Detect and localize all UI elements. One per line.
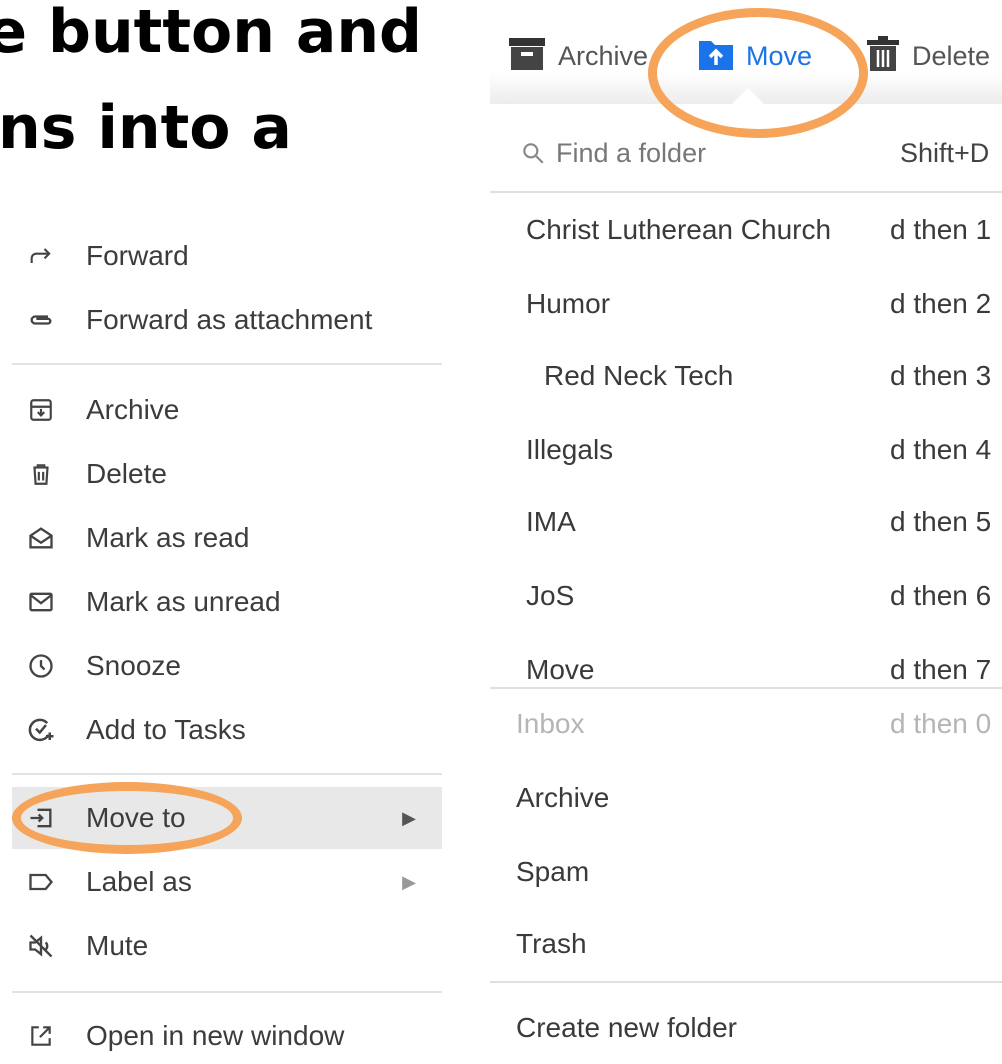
folder-option[interactable]: Christ Lutherean Church d then 1 xyxy=(490,206,1002,256)
clock-icon xyxy=(24,649,58,683)
menu-item-forward[interactable]: Forward xyxy=(12,228,442,284)
delete-label: Delete xyxy=(912,40,991,71)
folder-option[interactable]: Illegals d then 4 xyxy=(490,426,1002,476)
archive-label: Archive xyxy=(558,40,649,71)
move-dropdown-panel: Archive Move Delete Find a folder Shift+… xyxy=(490,0,1002,1052)
mute-icon xyxy=(24,929,58,963)
search-icon xyxy=(520,140,546,171)
submenu-arrow-icon: ▶ xyxy=(402,871,416,892)
search-shortcut: Shift+D xyxy=(900,138,990,168)
add-task-icon xyxy=(24,713,58,747)
dropdown-caret xyxy=(730,88,766,106)
folder-option[interactable]: JoS d then 6 xyxy=(490,572,1002,622)
heading-line-1: e button and xyxy=(0,0,422,67)
inbox-option: Inbox xyxy=(516,708,585,739)
inbox-shortcut: d then 0 xyxy=(890,708,992,739)
folder-shortcut: d then 2 xyxy=(890,288,992,319)
menu-divider xyxy=(12,363,442,365)
menu-item-label: Move to xyxy=(86,802,186,833)
menu-item-label: Add to Tasks xyxy=(86,714,246,745)
move-folder-icon xyxy=(698,37,734,76)
create-new-folder-button[interactable]: Create new folder xyxy=(516,1012,737,1044)
archive-icon xyxy=(508,37,546,76)
archive-icon xyxy=(24,393,58,427)
menu-item-label: Mark as unread xyxy=(86,586,281,617)
move-to-icon xyxy=(24,801,58,835)
delete-button[interactable]: Delete xyxy=(866,34,990,78)
trash-icon xyxy=(866,35,900,77)
message-context-menu: Forward Forward as attachment Archive De… xyxy=(12,220,442,1052)
menu-item-label: Open in new window xyxy=(86,1020,345,1051)
folder-option[interactable]: Red Neck Tech d then 3 xyxy=(490,352,1002,402)
menu-item-mark-as-unread[interactable]: Mark as unread xyxy=(12,574,442,630)
spam-option[interactable]: Spam xyxy=(516,856,589,888)
forward-icon xyxy=(24,239,58,273)
divider xyxy=(490,981,1002,983)
folder-shortcut: d then 3 xyxy=(890,360,992,391)
folder-name: Red Neck Tech xyxy=(544,360,734,391)
folder-shortcut: d then 1 xyxy=(890,214,992,245)
menu-item-add-to-tasks[interactable]: Add to Tasks xyxy=(12,702,442,758)
menu-item-label: Mark as read xyxy=(86,522,250,553)
attachment-icon xyxy=(24,303,58,337)
folder-search[interactable]: Find a folder Shift+D xyxy=(490,126,1002,180)
menu-item-label: Forward as attachment xyxy=(86,304,373,335)
slide-heading: e button and ns into a xyxy=(0,0,470,200)
folder-name: Christ Lutherean Church xyxy=(526,214,832,245)
menu-divider xyxy=(12,991,442,993)
archive-button[interactable]: Archive xyxy=(508,34,648,78)
envelope-icon xyxy=(24,585,58,619)
divider xyxy=(490,687,1002,689)
menu-item-move-to[interactable]: Move to ▶ xyxy=(12,787,442,849)
heading-line-2: ns into a xyxy=(0,93,292,163)
folder-option[interactable]: Humor d then 2 xyxy=(490,280,1002,330)
folder-shortcut: d then 4 xyxy=(890,434,992,465)
folder-name: IMA xyxy=(526,506,576,537)
search-input[interactable]: Find a folder xyxy=(556,138,706,169)
menu-item-mute[interactable]: Mute xyxy=(12,918,442,974)
trash-option[interactable]: Trash xyxy=(516,928,587,960)
envelope-open-icon xyxy=(24,521,58,555)
menu-item-label: Delete xyxy=(86,458,167,489)
menu-item-label: Label as xyxy=(86,866,192,897)
menu-item-archive[interactable]: Archive xyxy=(12,382,442,438)
menu-item-mark-as-read[interactable]: Mark as read xyxy=(12,510,442,566)
folder-name: Illegals xyxy=(526,434,614,465)
menu-item-delete[interactable]: Delete xyxy=(12,446,442,502)
submenu-arrow-icon: ▶ xyxy=(402,807,416,828)
folder-name: Humor xyxy=(526,288,611,319)
open-new-window-icon xyxy=(24,1019,58,1053)
move-button[interactable]: Move xyxy=(698,34,812,78)
folder-shortcut: d then 6 xyxy=(890,580,992,611)
folder-option[interactable]: Move d then 7 xyxy=(490,646,1002,688)
menu-item-snooze[interactable]: Snooze xyxy=(12,638,442,694)
archive-option[interactable]: Archive xyxy=(516,782,609,814)
move-label: Move xyxy=(746,40,813,71)
folder-name: JoS xyxy=(526,580,575,611)
label-icon xyxy=(24,865,58,899)
folder-shortcut: d then 5 xyxy=(890,506,992,537)
folder-option[interactable]: IMA d then 5 xyxy=(490,498,1002,548)
folder-shortcut: d then 7 xyxy=(890,654,992,685)
menu-item-label: Archive xyxy=(86,394,180,425)
folder-name: Move xyxy=(526,654,595,685)
menu-item-label: Snooze xyxy=(86,650,181,681)
menu-divider xyxy=(12,773,442,775)
menu-item-open-in-new-window[interactable]: Open in new window xyxy=(12,1008,442,1064)
menu-item-label-as[interactable]: Label as ▶ xyxy=(12,854,442,910)
menu-item-forward-as-attachment[interactable]: Forward as attachment xyxy=(12,292,442,348)
menu-item-label: Mute xyxy=(86,930,149,961)
trash-icon xyxy=(24,457,58,491)
menu-item-label: Forward xyxy=(86,240,189,271)
divider xyxy=(490,191,1002,193)
